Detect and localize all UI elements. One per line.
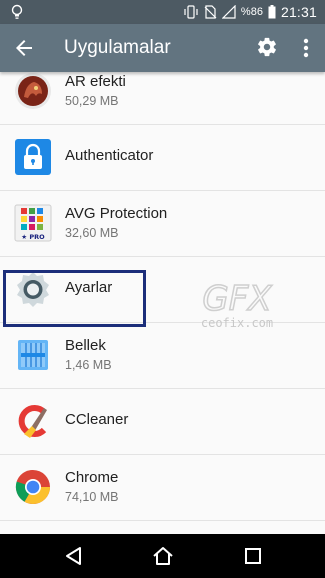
watermark: GFX ceofix.com <box>192 276 282 336</box>
app-size: 32,60 MB <box>65 226 119 240</box>
app-list: AR efekti 50,29 MB Authenticator ★ PRO A… <box>0 72 325 534</box>
app-name: Chrome <box>65 469 119 486</box>
list-item[interactable]: ★ PRO AVG Protection 32,60 MB <box>0 191 325 257</box>
no-sim-icon <box>204 5 217 19</box>
app-toolbar: Uygulamalar <box>0 24 325 72</box>
app-name: Authenticator <box>65 147 154 164</box>
page-title: Uygulamalar <box>64 37 171 58</box>
nav-home-icon[interactable] <box>151 544 175 568</box>
clock: 21:31 <box>280 4 317 20</box>
list-item[interactable]: Authenticator <box>0 125 325 191</box>
navigation-bar <box>0 534 325 578</box>
nav-recents-icon[interactable] <box>241 544 265 568</box>
list-item[interactable] <box>0 521 325 534</box>
highlight-box <box>3 270 146 327</box>
memory-app-icon <box>18 340 48 370</box>
battery-icon <box>268 5 276 19</box>
watermark-url: ceofix.com <box>200 316 274 330</box>
avg-protection-app-icon: ★ PRO <box>14 204 52 242</box>
chrome-app-icon <box>15 469 50 504</box>
list-item[interactable]: CCleaner <box>0 389 325 455</box>
authenticator-app-icon <box>15 139 51 175</box>
lightbulb-icon <box>11 4 23 19</box>
gear-icon[interactable] <box>256 36 278 58</box>
watermark-logo: GFX <box>202 278 273 320</box>
app-name: CCleaner <box>65 411 129 428</box>
ccleaner-app-icon <box>18 405 47 438</box>
svg-text:GFX: GFX <box>202 279 272 318</box>
list-item[interactable]: AR efekti 50,29 MB <box>0 72 325 125</box>
nav-back-icon[interactable] <box>62 544 86 568</box>
svg-text:★ PRO: ★ PRO <box>21 233 45 241</box>
back-arrow-icon[interactable] <box>12 36 36 60</box>
vibrate-icon <box>184 5 198 19</box>
app-name: AVG Protection <box>65 205 168 222</box>
status-bar: %86 21:31 <box>0 0 325 24</box>
app-size: 74,10 MB <box>65 490 119 504</box>
ar-effect-app-icon <box>15 73 51 109</box>
more-vert-icon[interactable] <box>296 36 316 60</box>
app-name: Bellek <box>65 337 106 354</box>
signal-icon <box>221 5 236 19</box>
list-item[interactable]: Chrome 74,10 MB <box>0 455 325 521</box>
app-size: 50,29 MB <box>65 94 119 108</box>
app-name: AR efekti <box>65 73 126 90</box>
battery-percent: %86 <box>240 6 263 18</box>
app-size: 1,46 MB <box>65 358 112 372</box>
